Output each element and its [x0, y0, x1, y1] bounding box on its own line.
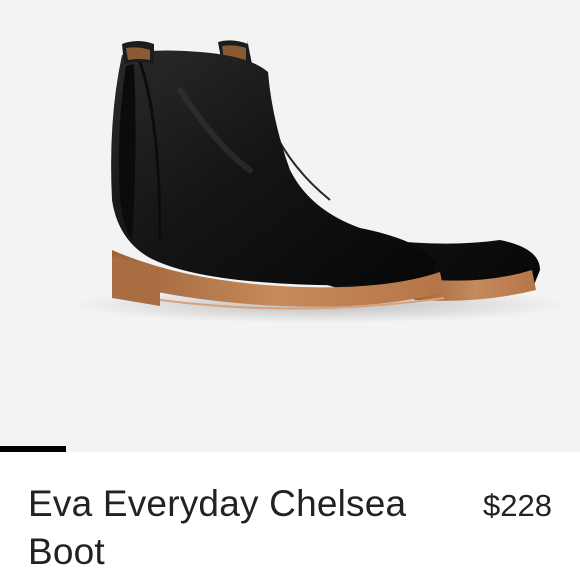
- product-image[interactable]: [0, 0, 580, 450]
- product-title[interactable]: Eva Everyday Chelsea Boot: [28, 480, 448, 576]
- product-price: $228: [483, 488, 552, 523]
- product-info: Eva Everyday Chelsea Boot $228: [0, 452, 580, 580]
- front-boot: [111, 41, 445, 310]
- boots-illustration: [70, 40, 570, 323]
